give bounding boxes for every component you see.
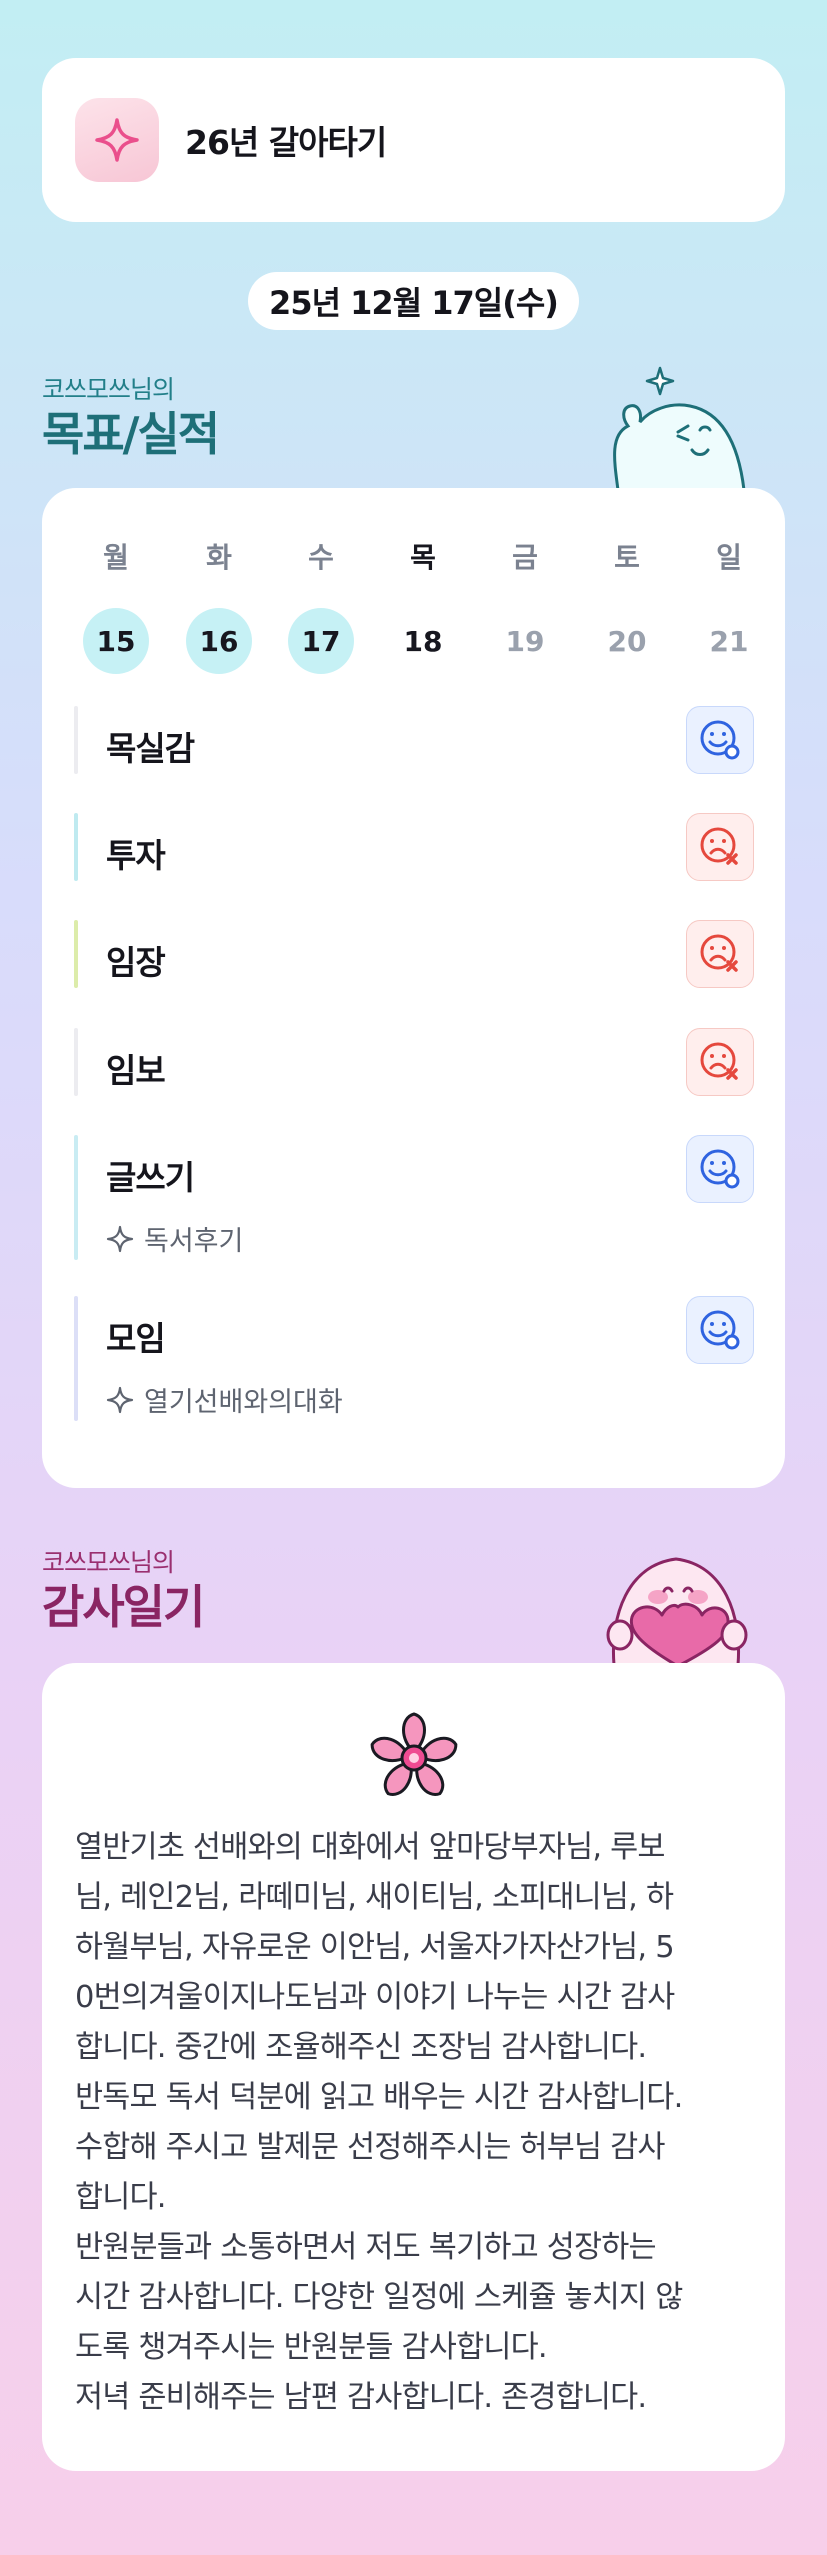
day-thu[interactable]: 목 18 bbox=[389, 538, 457, 674]
day-date: 17 bbox=[288, 608, 354, 674]
goal-item[interactable]: 글쓰기 독서후기 bbox=[74, 1135, 754, 1260]
day-sat[interactable]: 토 20 bbox=[593, 538, 661, 674]
goal-sub-item: 독서후기 bbox=[106, 1219, 243, 1258]
goal-color-bar bbox=[74, 1296, 78, 1421]
smile-icon[interactable] bbox=[686, 706, 754, 774]
goals-card: 월 15 화 16 수 17 목 18 금 19 토 20 일 21 목실감 투… bbox=[42, 488, 785, 1488]
goal-sub-label: 독서후기 bbox=[144, 1226, 244, 1257]
day-sun[interactable]: 일 21 bbox=[695, 538, 763, 674]
goals-section-title: 목표/실적 bbox=[42, 407, 220, 461]
day-name: 수 bbox=[308, 541, 334, 574]
day-date: 21 bbox=[709, 624, 749, 658]
day-name: 목 bbox=[410, 541, 436, 574]
goal-label: 임보 bbox=[106, 1051, 166, 1090]
gratitude-line: 합니다. 중간에 조율해주신 조장님 감사합니다. bbox=[75, 2030, 647, 2065]
day-date: 16 bbox=[186, 608, 252, 674]
smile-icon[interactable] bbox=[686, 1296, 754, 1364]
goal-sub-label: 열기선배와의대화 bbox=[144, 1387, 343, 1418]
goal-label: 임장 bbox=[106, 943, 166, 982]
sad-fail-icon[interactable] bbox=[686, 813, 754, 881]
day-date: 15 bbox=[83, 608, 149, 674]
gratitude-line: 열반기초 선배와의 대화에서 앞마당부자님, 루보 bbox=[75, 1830, 665, 1865]
sad-fail-icon[interactable] bbox=[686, 920, 754, 988]
gratitude-line: 도록 챙겨주시는 반원분들 감사합니다. bbox=[75, 2330, 548, 2365]
day-name: 금 bbox=[512, 541, 538, 574]
sparkle-icon bbox=[75, 98, 159, 182]
gratitude-card: 열반기초 선배와의 대화에서 앞마당부자님, 루보 님, 레인2님, 라떼미님,… bbox=[42, 1663, 785, 2471]
goal-item[interactable]: 임장 bbox=[74, 920, 754, 988]
day-wed[interactable]: 수 17 bbox=[287, 538, 355, 674]
gratitude-section-title: 감사일기 bbox=[42, 1580, 205, 1634]
day-name: 화 bbox=[206, 541, 232, 574]
goal-color-bar bbox=[74, 1135, 78, 1260]
ghost-mascot-icon bbox=[613, 366, 746, 490]
goal-item[interactable]: 투자 bbox=[74, 813, 754, 881]
day-fri[interactable]: 금 19 bbox=[491, 538, 559, 674]
goal-item[interactable]: 모임 열기선배와의대화 bbox=[74, 1296, 754, 1421]
gratitude-line: 수합해 주시고 발제문 선정해주시는 허부님 감사 bbox=[75, 2130, 665, 2165]
goal-label: 글쓰기 bbox=[106, 1158, 195, 1197]
gratitude-line: 반원분들과 소통하면서 저도 복기하고 성장하는 bbox=[75, 2230, 657, 2265]
gratitude-line: 합니다. bbox=[75, 2180, 166, 2215]
gratitude-line: 하월부님, 자유로운 이안님, 서울자가자산가님, 5 bbox=[75, 1930, 675, 1965]
day-date: 19 bbox=[505, 624, 545, 658]
goal-color-bar bbox=[74, 706, 78, 774]
gratitude-line: 저녁 준비해주는 남편 감사합니다. 존경합니다. bbox=[75, 2380, 647, 2415]
day-date: 20 bbox=[607, 624, 647, 658]
sad-fail-icon[interactable] bbox=[686, 1028, 754, 1096]
day-name: 일 bbox=[716, 541, 742, 574]
header-card: 26년 갈아타기 bbox=[42, 58, 785, 222]
day-mon[interactable]: 월 15 bbox=[82, 538, 150, 674]
gratitude-line: 0번의겨울이지나도님과 이야기 나누는 시간 감사 bbox=[75, 1980, 675, 2015]
goal-sub-item: 열기선배와의대화 bbox=[106, 1380, 343, 1419]
day-tue[interactable]: 화 16 bbox=[185, 538, 253, 674]
goal-label: 투자 bbox=[106, 836, 166, 875]
day-name: 월 bbox=[103, 541, 129, 574]
gratitude-line: 님, 레인2님, 라떼미님, 새이티님, 소피대니님, 하 bbox=[75, 1880, 674, 1915]
day-date: 18 bbox=[403, 624, 443, 658]
sparkle-icon bbox=[106, 1225, 134, 1252]
date-selector[interactable]: 25년 12월 17일(수) bbox=[248, 272, 579, 330]
sparkle-icon bbox=[106, 1386, 134, 1413]
goal-color-bar bbox=[74, 1028, 78, 1096]
goal-item[interactable]: 임보 bbox=[74, 1028, 754, 1096]
gratitude-line: 시간 감사합니다. 다양한 일정에 스케쥴 놓치지 않 bbox=[75, 2280, 683, 2315]
gratitude-text: 열반기초 선배와의 대화에서 앞마당부자님, 루보 님, 레인2님, 라떼미님,… bbox=[75, 1823, 765, 2423]
cherry-blossom-icon bbox=[370, 1712, 458, 1796]
gratitude-line: 반독모 독서 덕분에 읽고 배우는 시간 감사합니다. bbox=[75, 2080, 683, 2115]
goal-label: 목실감 bbox=[106, 729, 195, 768]
goal-label: 모임 bbox=[106, 1319, 166, 1358]
goal-item[interactable]: 목실감 bbox=[74, 706, 754, 774]
smile-icon[interactable] bbox=[686, 1135, 754, 1203]
goal-color-bar bbox=[74, 813, 78, 881]
goal-color-bar bbox=[74, 920, 78, 988]
app-title: 26년 갈아타기 bbox=[185, 123, 387, 162]
heart-mascot-icon bbox=[606, 1557, 748, 1665]
day-name: 토 bbox=[614, 541, 640, 574]
